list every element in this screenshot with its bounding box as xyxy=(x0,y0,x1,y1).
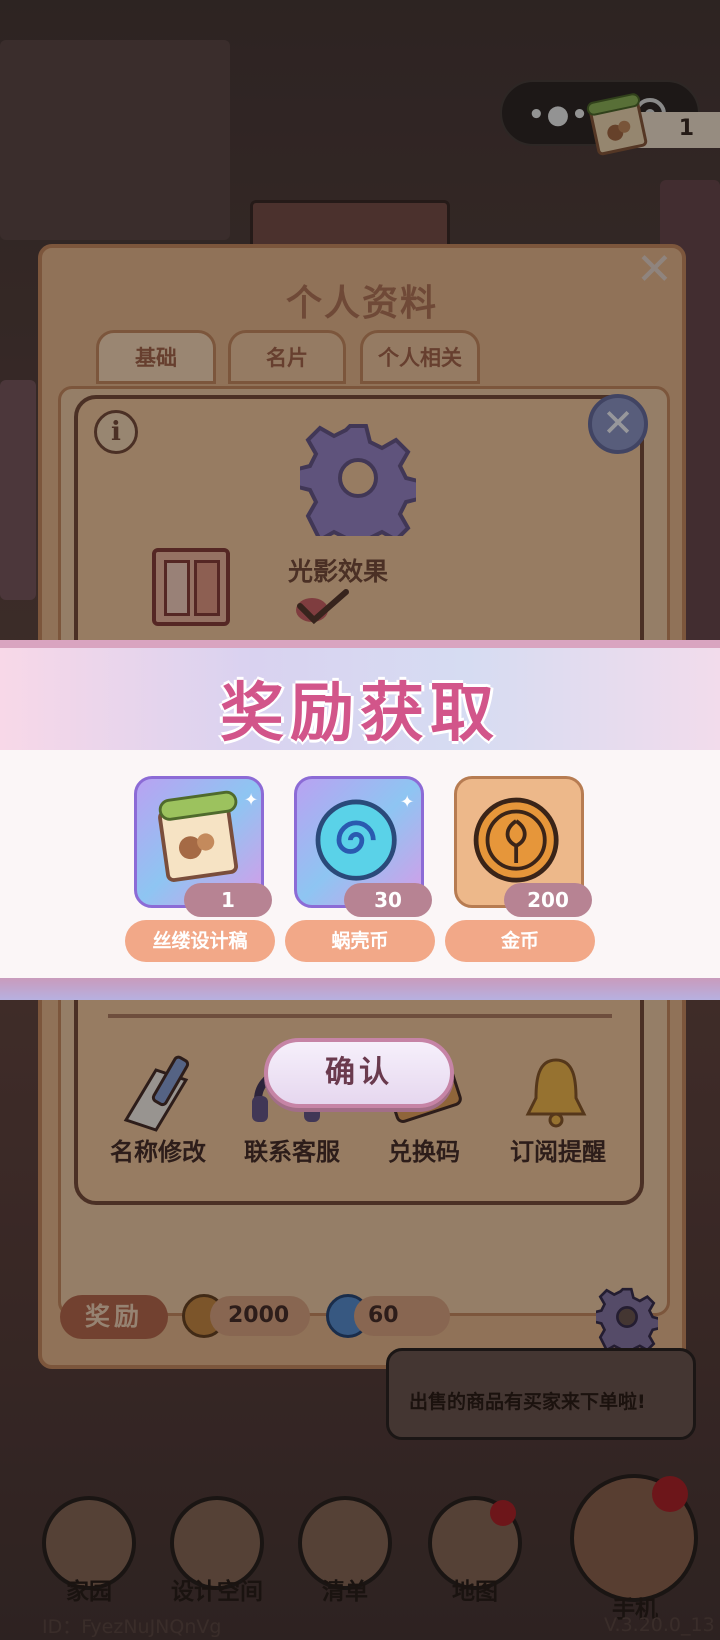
reward-title: 奖励获取 xyxy=(220,677,500,751)
svg-text:✦: ✦ xyxy=(244,791,258,811)
reward-count: 1 xyxy=(184,883,272,917)
reward-banner-header: 奖励获取 xyxy=(0,640,720,751)
reward-label: 丝缕设计稿 xyxy=(125,920,275,962)
reward-count: 30 xyxy=(344,883,432,917)
confirm-button[interactable]: 确认 xyxy=(264,1038,454,1108)
reward-label: 蜗壳币 xyxy=(285,920,435,962)
reward-banner-footer xyxy=(0,978,720,1000)
reward-count: 200 xyxy=(504,883,592,917)
svg-text:✦: ✦ xyxy=(400,793,414,813)
reward-label: 金币 xyxy=(445,920,595,962)
